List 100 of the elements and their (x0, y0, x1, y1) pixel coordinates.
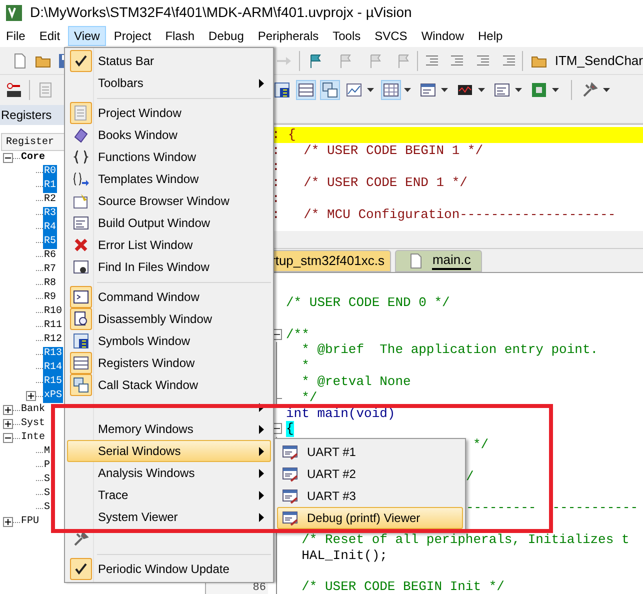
caret-icon[interactable] (478, 88, 485, 92)
submenu-arrow-icon (259, 490, 264, 500)
register-name[interactable]: M (43, 445, 52, 459)
register-name[interactable]: R8 (43, 277, 58, 291)
menu-item[interactable]: System Viewer (67, 506, 271, 528)
register-name[interactable]: R0 (43, 165, 58, 179)
menu-item[interactable]: Symbols Window (67, 330, 271, 352)
code-line: * @brief The application entry point. (300, 342, 598, 358)
register-name[interactable]: R10 (43, 305, 64, 319)
collapse-box[interactable] (3, 153, 13, 163)
menu-item[interactable]: SVCS (368, 26, 414, 46)
panel-title: Registers (1, 107, 52, 124)
line-marker: : (272, 191, 281, 207)
register-name[interactable]: R12 (43, 333, 64, 347)
menu-item[interactable]: Command Window (67, 286, 271, 308)
menu-item[interactable]: Source Browser Window (67, 190, 271, 212)
caret-icon[interactable] (367, 88, 374, 92)
register-name[interactable]: R4 (43, 221, 58, 235)
caret-icon[interactable] (552, 88, 559, 92)
register-name[interactable]: R9 (43, 291, 58, 305)
menu-item[interactable]: Functions Window (67, 146, 271, 168)
code-line: ----------- (552, 500, 638, 516)
symbols-icon (71, 331, 91, 351)
menu-item[interactable]: View (68, 26, 106, 46)
collapse-box[interactable] (3, 433, 13, 443)
menu-item[interactable]: Status Bar (67, 50, 271, 72)
window-title: D:\MyWorks\STM32F4\f401\MDK-ARM\f401.uvprojx - µVision (30, 3, 412, 22)
expand-box[interactable] (3, 419, 13, 429)
register-name[interactable]: Bank (20, 403, 46, 417)
caret-icon[interactable] (404, 88, 411, 92)
register-name[interactable]: S (43, 487, 52, 501)
caret-icon[interactable] (515, 88, 522, 92)
menu-item[interactable]: Tools (326, 26, 367, 46)
register-name[interactable]: R3 (43, 207, 58, 221)
line-marker: : (272, 127, 281, 143)
reset-icon (4, 80, 24, 100)
menu-item[interactable]: UART #1 (277, 441, 463, 463)
code-line: /** (286, 326, 310, 342)
menu-item[interactable]: Disassembly Window (67, 308, 271, 330)
menu-item[interactable]: UART #3 (277, 485, 463, 507)
register-name[interactable]: R7 (43, 263, 58, 277)
register-name[interactable]: R2 (43, 193, 58, 207)
menu-item[interactable]: Call Stack Window (67, 374, 271, 396)
menu-item[interactable]: Flash (159, 26, 201, 46)
register-name[interactable]: xPS (43, 389, 64, 403)
code-line: * @retval None (300, 374, 411, 390)
menu-item[interactable]: Toolbars (67, 72, 271, 94)
menu-item[interactable]: Memory Windows (67, 418, 271, 440)
submenu-arrow-icon (259, 512, 264, 522)
menu-item[interactable]: Debug (printf) Viewer (277, 507, 463, 529)
menu-item[interactable]: Project Window (67, 102, 271, 124)
menu-item[interactable]: Analysis Windows (67, 462, 271, 484)
menu-item[interactable]: Templates Window (67, 168, 271, 190)
menu-item[interactable]: Registers Window (67, 352, 271, 374)
register-name[interactable]: R5 (43, 235, 58, 249)
register-name[interactable]: S (43, 473, 52, 487)
menu-item[interactable]: Books Window (67, 124, 271, 146)
menu-item[interactable]: Build Output Window (67, 212, 271, 234)
code-line: * (300, 358, 310, 374)
register-name[interactable]: Core (20, 151, 46, 165)
menu-item[interactable]: File (0, 26, 32, 46)
code-line: / (466, 468, 474, 485)
code-line: --------- (466, 500, 536, 516)
code-line: /* Reset of all peripherals, Initializes t (300, 532, 630, 548)
function-label: ITM_SendChar (554, 52, 643, 70)
expand-box[interactable] (3, 517, 13, 527)
line-number: 86 (252, 583, 266, 594)
menu-item[interactable]: Periodic Window Update (67, 558, 271, 580)
menu-item[interactable]: Peripherals (252, 26, 325, 46)
register-name[interactable]: FPU (20, 515, 40, 529)
register-name[interactable]: R6 (43, 249, 58, 263)
disassembly-line: /* USER CODE END 1 */ (302, 175, 468, 191)
appicon-icon (4, 2, 24, 22)
submenu-arrow-icon (259, 78, 264, 88)
register-name[interactable]: R15 (43, 375, 64, 389)
menu-item[interactable]: Window (415, 26, 470, 46)
register-name[interactable]: Syst (20, 417, 46, 431)
disassembly-line: /* MCU Configuration-------------------- (302, 207, 616, 223)
register-name[interactable]: R14 (43, 361, 64, 375)
line-marker: : (272, 175, 281, 191)
register-name[interactable]: P (43, 459, 52, 473)
caret-icon[interactable] (441, 88, 448, 92)
menu-item[interactable]: Debug (202, 26, 250, 46)
register-name[interactable]: S (43, 501, 52, 515)
menu-item[interactable]: Help (472, 26, 509, 46)
submenu-arrow-icon (259, 468, 264, 478)
caret-icon[interactable] (603, 88, 610, 92)
menu-item[interactable]: Serial Windows (67, 440, 271, 462)
register-name[interactable]: Inte (20, 431, 46, 445)
expand-box[interactable] (26, 391, 36, 401)
code-line: */ (473, 437, 489, 453)
menu-item[interactable]: Project (108, 26, 158, 46)
menu-item[interactable]: Trace (67, 484, 271, 506)
register-name[interactable]: R1 (43, 179, 58, 193)
menu-item[interactable]: UART #2 (277, 463, 463, 485)
file-tab[interactable]: main.c (395, 250, 482, 272)
register-name[interactable]: R13 (43, 347, 64, 361)
menu-item[interactable]: Edit (33, 26, 66, 46)
register-name[interactable]: R11 (43, 319, 64, 333)
expand-box[interactable] (3, 405, 13, 415)
